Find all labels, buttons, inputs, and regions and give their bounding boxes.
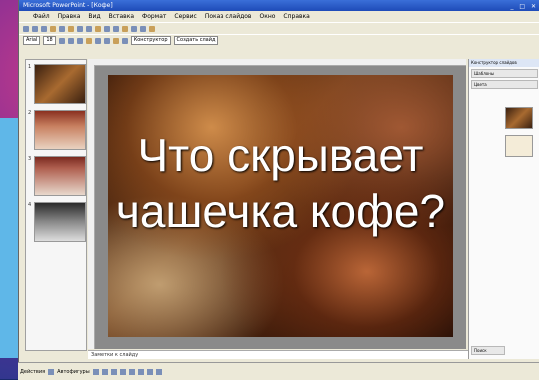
paste-icon[interactable] [95, 25, 101, 32]
undo-icon[interactable] [104, 25, 110, 32]
design-template-thumbnail[interactable] [505, 107, 533, 129]
title-bar: Microsoft PowerPoint - [Кофе] _ □ ✕ [19, 0, 539, 11]
window-title: Microsoft PowerPoint - [Кофе] [23, 2, 113, 9]
new-slide-button[interactable]: Создать слайд [173, 36, 219, 45]
task-pane: Конструктор слайдов Шаблоны Цвета Поиск [468, 59, 539, 359]
redo-icon[interactable] [113, 25, 119, 32]
menu-insert[interactable]: Вставка [109, 11, 134, 22]
menu-slideshow[interactable]: Показ слайдов [205, 11, 252, 22]
slide-thumbnail-row[interactable]: 1 [28, 64, 86, 104]
line-color-icon[interactable] [155, 368, 162, 375]
fill-color-icon[interactable] [146, 368, 153, 375]
slide-thumbnail[interactable] [34, 202, 86, 242]
slide-number: 1 [28, 64, 32, 70]
bullets-icon[interactable] [112, 37, 119, 44]
copy-icon[interactable] [86, 25, 92, 32]
preview-icon[interactable] [59, 25, 65, 32]
notes-placeholder: Заметки к слайду [91, 352, 139, 358]
menu-view[interactable]: Вид [88, 11, 100, 22]
drawing-toolbar: Действия Автофигуры [18, 362, 539, 380]
vertical-ruler [88, 65, 95, 349]
textbox-icon[interactable] [128, 368, 135, 375]
arrow-icon[interactable] [101, 368, 108, 375]
bold-icon[interactable] [58, 37, 65, 44]
colors-button[interactable]: Цвета [471, 80, 538, 89]
align-left-icon[interactable] [85, 37, 92, 44]
slide-editor: Что скрывает чашечка кофе? [88, 59, 466, 349]
design-template-thumbnail[interactable] [505, 135, 533, 157]
notes-pane[interactable]: Заметки к слайду [88, 350, 469, 359]
slide-title-line-2: чашечка кофе? [115, 185, 446, 237]
task-pane-title: Конструктор слайдов [469, 59, 539, 67]
slides-panel: 1 2 3 4 [25, 59, 87, 351]
italic-icon[interactable] [67, 37, 74, 44]
window-controls[interactable]: _ □ ✕ [510, 1, 538, 12]
slide-number: 4 [28, 202, 32, 208]
menu-bar: Файл Правка Вид Вставка Формат Сервис По… [19, 11, 539, 22]
formatting-toolbar: Arial 18 Конструктор Создать слайд [19, 34, 539, 46]
menu-tools[interactable]: Сервис [174, 11, 196, 22]
oval-icon[interactable] [119, 368, 126, 375]
autoshapes-menu[interactable]: Автофигуры [57, 369, 90, 375]
design-button[interactable]: Конструктор [130, 36, 171, 45]
underline-icon[interactable] [76, 37, 83, 44]
font-color-icon[interactable] [121, 37, 128, 44]
task-pane-footer-button[interactable]: Поиск [471, 346, 505, 355]
menu-help[interactable]: Справка [283, 11, 309, 22]
save-icon[interactable] [41, 25, 47, 32]
rectangle-icon[interactable] [110, 368, 117, 375]
print-icon[interactable] [50, 25, 56, 32]
slide-thumbnail-row[interactable]: 4 [28, 202, 86, 242]
table-icon[interactable] [131, 25, 137, 32]
slide-thumbnail[interactable] [34, 64, 86, 104]
font-select[interactable]: Arial [23, 36, 41, 45]
slide-number: 3 [28, 156, 32, 162]
horizontal-ruler [88, 59, 466, 66]
cut-icon[interactable] [77, 25, 83, 32]
actions-menu[interactable]: Действия [20, 369, 45, 375]
help-icon[interactable] [149, 25, 155, 32]
wordart-icon[interactable] [137, 368, 144, 375]
open-icon[interactable] [32, 25, 38, 32]
slide-thumbnail[interactable] [34, 110, 86, 150]
current-slide[interactable]: Что скрывает чашечка кофе? [108, 75, 453, 337]
align-right-icon[interactable] [103, 37, 110, 44]
slide-thumbnail-row[interactable]: 3 [28, 156, 86, 196]
templates-button[interactable]: Шаблоны [471, 69, 538, 78]
menu-file[interactable]: Файл [33, 11, 50, 22]
slide-thumbnail-row[interactable]: 2 [28, 110, 86, 150]
menu-window[interactable]: Окно [259, 11, 275, 22]
menu-edit[interactable]: Правка [58, 11, 81, 22]
line-icon[interactable] [92, 368, 99, 375]
size-select[interactable]: 18 [43, 36, 56, 45]
slide-title[interactable]: Что скрывает чашечка кофе? [108, 127, 453, 239]
slide-title-line-1: Что скрывает [137, 129, 424, 181]
menu-format[interactable]: Формат [142, 11, 166, 22]
align-center-icon[interactable] [94, 37, 101, 44]
zoom-icon[interactable] [140, 25, 146, 32]
spelling-icon[interactable] [68, 25, 74, 32]
slide-thumbnail[interactable] [34, 156, 86, 196]
chart-icon[interactable] [122, 25, 128, 32]
slide-number: 2 [28, 110, 32, 116]
desktop-strip [0, 118, 18, 358]
new-icon[interactable] [23, 25, 29, 32]
standard-toolbar [19, 22, 539, 34]
pointer-icon[interactable] [48, 368, 55, 375]
